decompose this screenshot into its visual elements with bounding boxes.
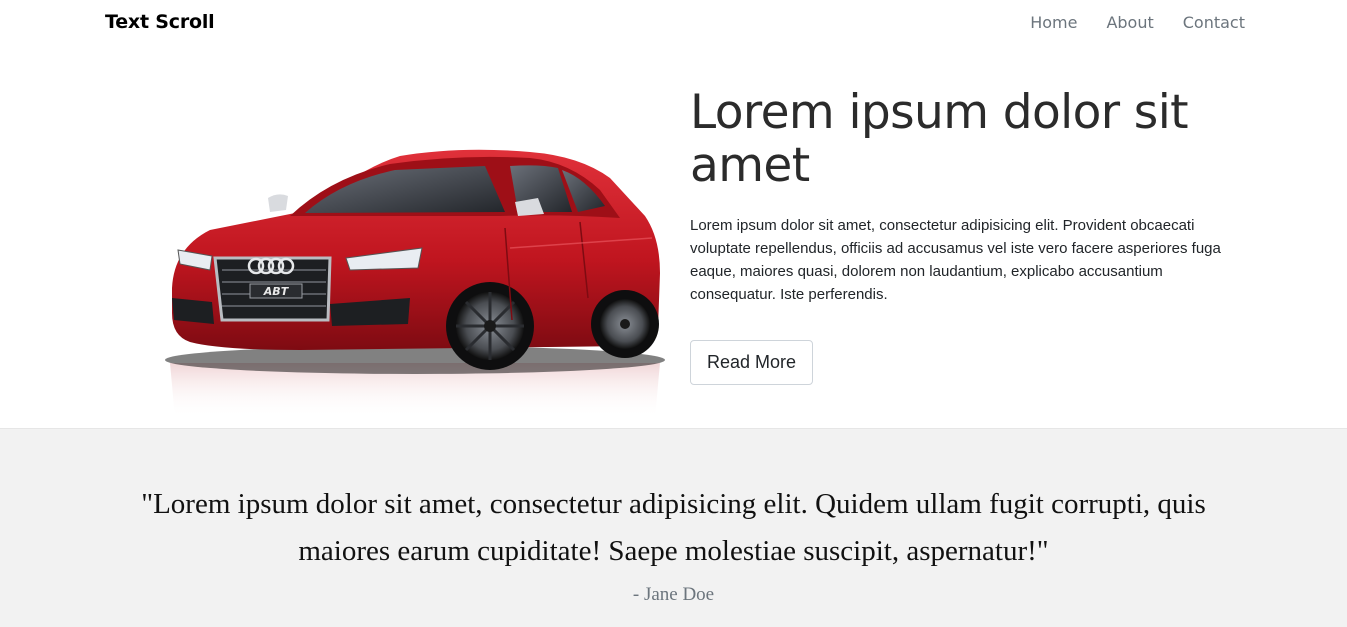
nav-link-about[interactable]: About [1106, 13, 1153, 32]
brand-logo[interactable]: Text Scroll [105, 11, 215, 33]
testimonial-quote: "Lorem ipsum dolor sit amet, consectetur… [141, 488, 1206, 567]
hero-description: Lorem ipsum dolor sit amet, consectetur … [690, 217, 1221, 303]
nav-links: Home About Contact [1030, 13, 1245, 32]
testimonial-author: - Jane Doe [632, 584, 715, 605]
hero-title: Lorem ipsum dolor sit amet [690, 85, 1189, 193]
testimonial-section: "Lorem ipsum dolor sit amet, consectetur… [0, 428, 1347, 627]
hero-section: ABT Lorem ipsum dolor sit amet Lorem ips… [0, 48, 1347, 428]
nav-link-contact[interactable]: Contact [1183, 13, 1245, 32]
plate-text: ABT [263, 285, 290, 298]
nav-link-home[interactable]: Home [1030, 13, 1077, 32]
car-image: ABT [160, 98, 665, 428]
hero-text: Lorem ipsum dolor sit amet Lorem ipsum d… [690, 86, 1246, 385]
car-illustration: ABT [165, 149, 665, 418]
navbar: Text Scroll Home About Contact [0, 0, 1347, 48]
read-more-button[interactable]: Read More [690, 340, 814, 385]
